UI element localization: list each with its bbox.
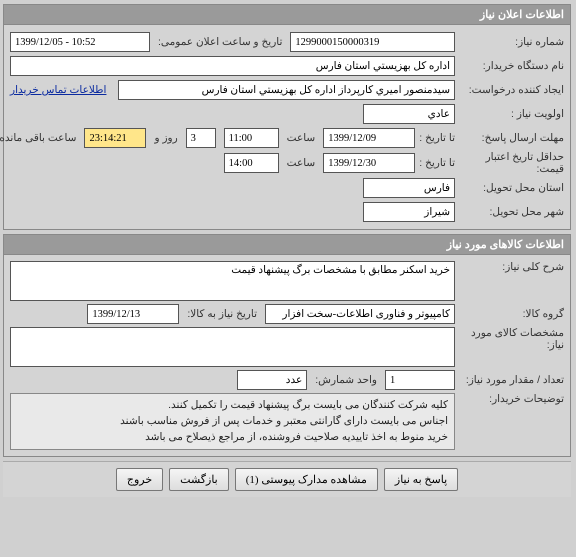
goods-info-header: اطلاعات کالاهای مورد نیاز	[5, 235, 571, 255]
min-validity-time-field[interactable]	[225, 153, 280, 173]
back-button[interactable]: بازگشت	[170, 468, 230, 491]
group-field[interactable]	[266, 304, 456, 324]
buyer-contact-link[interactable]: اطلاعات تماس خریدار	[11, 84, 107, 96]
province-label: استان محل تحویل:	[460, 182, 565, 194]
deadline-label: مهلت ارسال پاسخ:	[460, 132, 565, 144]
remaining-suffix-label: ساعت باقی مانده	[0, 132, 81, 144]
ta-tarikh-label: تا تاریخ :	[420, 132, 456, 144]
qty-label: تعداد / مقدار مورد نیاز:	[460, 374, 565, 386]
saat-label-2: ساعت	[284, 157, 321, 169]
rooz-va-label: روز و	[151, 132, 182, 144]
niaz-no-field[interactable]	[291, 32, 456, 52]
specs-label: مشخصات کالای مورد نیاز:	[460, 327, 565, 351]
unit-field[interactable]	[238, 370, 308, 390]
goods-info-panel: اطلاعات کالاهای مورد نیاز شرح کلی نیاز: …	[4, 234, 572, 457]
notes-label: توضیحات خریدار:	[460, 393, 565, 405]
public-announce-field[interactable]	[11, 32, 151, 52]
qty-field[interactable]	[386, 370, 456, 390]
buyer-device-field[interactable]	[11, 56, 456, 76]
days-remaining-field	[187, 128, 217, 148]
deadline-date-field[interactable]	[324, 128, 416, 148]
ta-tarikh-label-2: تا تاریخ :	[420, 157, 456, 169]
unit-label: واحد شمارش:	[312, 374, 382, 386]
min-validity-date-field[interactable]	[324, 153, 416, 173]
req-by-field[interactable]	[88, 304, 180, 324]
desc-field[interactable]	[11, 261, 456, 301]
desc-label: شرح کلی نیاز:	[460, 261, 565, 273]
saat-label-1: ساعت	[284, 132, 321, 144]
req-by-label: تاریخ نیاز به کالا:	[184, 308, 262, 320]
view-attachments-button[interactable]: مشاهده مدارک پیوستی (1)	[236, 468, 379, 491]
creator-label: ایجاد کننده درخواست:	[460, 84, 565, 96]
buyer-notes: کلیه شرکت کنندگان می بایست برگ پیشنهاد ق…	[11, 393, 456, 450]
priority-field[interactable]	[364, 104, 456, 124]
niaz-no-label: شماره نیاز:	[460, 36, 565, 48]
time-remaining-field	[85, 128, 147, 148]
exit-button[interactable]: خروج	[117, 468, 164, 491]
need-info-header: اطلاعات اعلان نیاز	[5, 5, 571, 25]
respond-button[interactable]: پاسخ به نیاز	[385, 468, 459, 491]
buyer-device-label: نام دستگاه خریدار:	[460, 60, 565, 72]
min-validity-label: حداقل تاریخ اعتبار قیمت:	[460, 151, 565, 175]
creator-field[interactable]	[119, 80, 456, 100]
deadline-time-field[interactable]	[225, 128, 280, 148]
city-label: شهر محل تحویل:	[460, 206, 565, 218]
need-info-panel: اطلاعات اعلان نیاز شماره نیاز: تاریخ و س…	[4, 4, 572, 230]
priority-label: اولویت نیاز :	[460, 108, 565, 120]
province-field[interactable]	[364, 178, 456, 198]
group-label: گروه کالا:	[460, 308, 565, 320]
public-announce-label: تاریخ و ساعت اعلان عمومی:	[155, 36, 287, 48]
city-field[interactable]	[364, 202, 456, 222]
action-bar: پاسخ به نیاز مشاهده مدارک پیوستی (1) باز…	[4, 461, 572, 497]
specs-field[interactable]	[11, 327, 456, 367]
